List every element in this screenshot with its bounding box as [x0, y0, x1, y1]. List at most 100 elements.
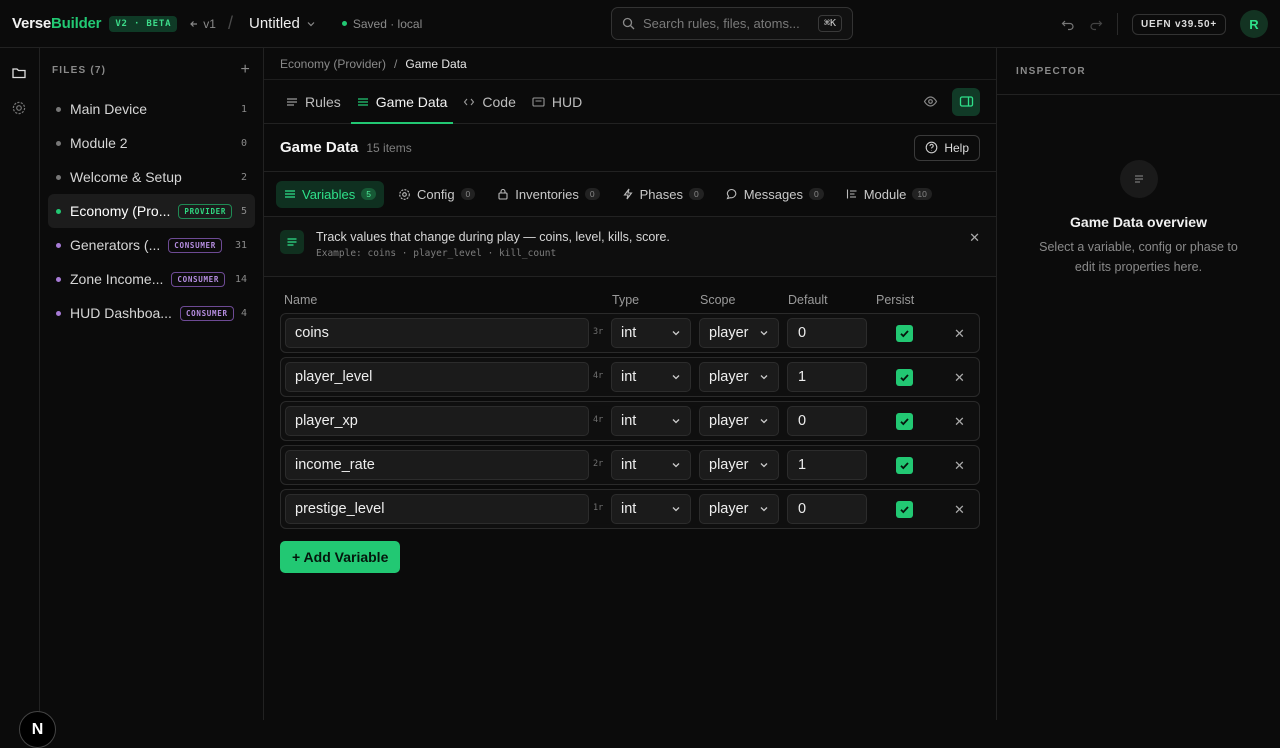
file-item[interactable]: Main Device 1	[48, 92, 255, 126]
subtab-variables-label: Variables	[302, 186, 356, 202]
file-dot-icon	[56, 276, 61, 282]
module-icon	[846, 189, 857, 199]
file-count: 5	[240, 205, 247, 217]
default-input[interactable]: 0	[787, 494, 867, 524]
file-item[interactable]: Zone Income... CONSUMER 14	[48, 262, 255, 296]
eye-icon	[923, 96, 937, 107]
saved-dot-icon	[341, 21, 347, 26]
type-select[interactable]: int	[611, 406, 691, 436]
breadcrumb: Economy (Provider) / Game Data	[264, 48, 996, 80]
default-input[interactable]: 1	[787, 362, 867, 392]
delete-variable-icon[interactable]: ✕	[954, 502, 965, 518]
variable-name: player_xp	[295, 413, 358, 429]
variable-name-input[interactable]: coins	[285, 318, 589, 348]
chevron-down-icon	[760, 331, 768, 336]
variable-ref-count: 1r	[593, 503, 604, 513]
preview-button[interactable]	[916, 88, 944, 116]
chevron-down-icon	[760, 419, 768, 424]
scope-select[interactable]: player	[699, 318, 779, 348]
top-bar: VerseBuilder V2 · BETA v1 / Untitled Sav…	[0, 0, 1280, 48]
file-item[interactable]: Module 2 0	[48, 126, 255, 160]
file-item[interactable]: HUD Dashboa... CONSUMER 4	[48, 296, 255, 330]
document-icon	[1120, 160, 1158, 198]
tab-rules[interactable]: Rules	[280, 80, 347, 123]
subtab-inventories-label: Inventories	[515, 186, 579, 202]
subtab-config-count: 0	[460, 188, 476, 200]
type-select[interactable]: int	[611, 362, 691, 392]
subtab-module[interactable]: Module 10	[838, 181, 940, 208]
toggle-inspector-button[interactable]	[952, 87, 980, 116]
breadcrumb-separator: /	[394, 56, 398, 71]
file-name: Zone Income...	[70, 271, 164, 287]
tab-code[interactable]: Code	[457, 80, 521, 123]
subtab-inventories[interactable]: Inventories 0	[489, 181, 607, 208]
persist-checkbox[interactable]	[896, 457, 913, 474]
folder-icon[interactable]	[11, 65, 27, 81]
brand-main: Verse	[12, 15, 52, 32]
type-select[interactable]: int	[611, 450, 691, 480]
undo-icon[interactable]	[1061, 17, 1075, 31]
variable-name-input[interactable]: income_rate	[285, 450, 589, 480]
settings-icon	[399, 188, 410, 200]
back-to-v1-link[interactable]: v1	[189, 17, 216, 31]
column-type: Type	[612, 293, 640, 307]
user-avatar[interactable]: R	[1240, 10, 1268, 38]
redo-icon[interactable]	[1089, 17, 1103, 31]
brand-logo[interactable]: VerseBuilder	[12, 15, 102, 32]
subtab-config[interactable]: Config 0	[390, 181, 483, 208]
search-input[interactable]: Search rules, files, atoms... ⌘K	[611, 7, 853, 40]
chevron-down-icon	[672, 463, 680, 468]
subtab-variables[interactable]: Variables 5	[276, 180, 384, 208]
column-name: Name	[284, 293, 318, 307]
add-file-icon[interactable]: +	[240, 61, 251, 79]
default-input[interactable]: 0	[787, 318, 867, 348]
default-value: 0	[798, 325, 807, 341]
uefn-version-badge[interactable]: UEFN v39.50+	[1131, 13, 1226, 35]
file-dot-icon	[56, 242, 61, 248]
breadcrumb-parent[interactable]: Economy (Provider)	[280, 57, 386, 71]
persist-checkbox[interactable]	[896, 325, 913, 342]
monitor-icon	[532, 96, 545, 107]
subtab-messages[interactable]: Messages 0	[718, 181, 832, 208]
section-header: Game Data 15 items Help	[264, 124, 996, 172]
persist-checkbox[interactable]	[896, 413, 913, 430]
file-dot-icon	[56, 208, 61, 214]
file-item[interactable]: Economy (Pro... PROVIDER 5	[48, 194, 255, 228]
close-icon[interactable]: ✕	[969, 230, 980, 246]
scope-select[interactable]: player	[699, 406, 779, 436]
scope-select[interactable]: player	[699, 362, 779, 392]
chevron-down-icon	[672, 375, 680, 380]
scope-select[interactable]: player	[699, 494, 779, 524]
file-dot-icon	[56, 140, 61, 146]
default-value: 0	[798, 501, 807, 517]
delete-variable-icon[interactable]: ✕	[954, 458, 965, 474]
scope-select[interactable]: player	[699, 450, 779, 480]
subtab-messages-label: Messages	[743, 186, 803, 202]
back-label: v1	[203, 16, 216, 31]
tab-hud[interactable]: HUD	[526, 80, 588, 123]
variable-name-input[interactable]: player_xp	[285, 406, 589, 436]
arrow-left-icon	[190, 20, 198, 27]
column-default: Default	[788, 293, 828, 307]
persist-checkbox[interactable]	[896, 369, 913, 386]
subtab-phases[interactable]: Phases 0	[614, 181, 712, 208]
help-button[interactable]: Help	[914, 134, 980, 161]
type-select[interactable]: int	[611, 494, 691, 524]
scope-value: player	[709, 325, 749, 341]
tab-game-data[interactable]: Game Data	[350, 80, 454, 124]
variable-name-input[interactable]: player_level	[285, 362, 589, 392]
variable-name-input[interactable]: prestige_level	[285, 494, 589, 524]
gear-icon[interactable]	[11, 100, 27, 116]
file-item[interactable]: Welcome & Setup 2	[48, 160, 255, 194]
delete-variable-icon[interactable]: ✕	[954, 414, 965, 430]
delete-variable-icon[interactable]: ✕	[954, 370, 965, 386]
default-input[interactable]: 1	[787, 450, 867, 480]
file-item[interactable]: Generators (... CONSUMER 31	[48, 228, 255, 262]
file-name: Generators (...	[70, 237, 161, 253]
add-variable-button[interactable]: + Add Variable	[280, 541, 401, 573]
delete-variable-icon[interactable]: ✕	[954, 326, 965, 342]
default-input[interactable]: 0	[787, 406, 867, 436]
doc-title-dropdown[interactable]: Untitled	[249, 15, 316, 32]
type-select[interactable]: int	[611, 318, 691, 348]
persist-checkbox[interactable]	[896, 501, 913, 518]
